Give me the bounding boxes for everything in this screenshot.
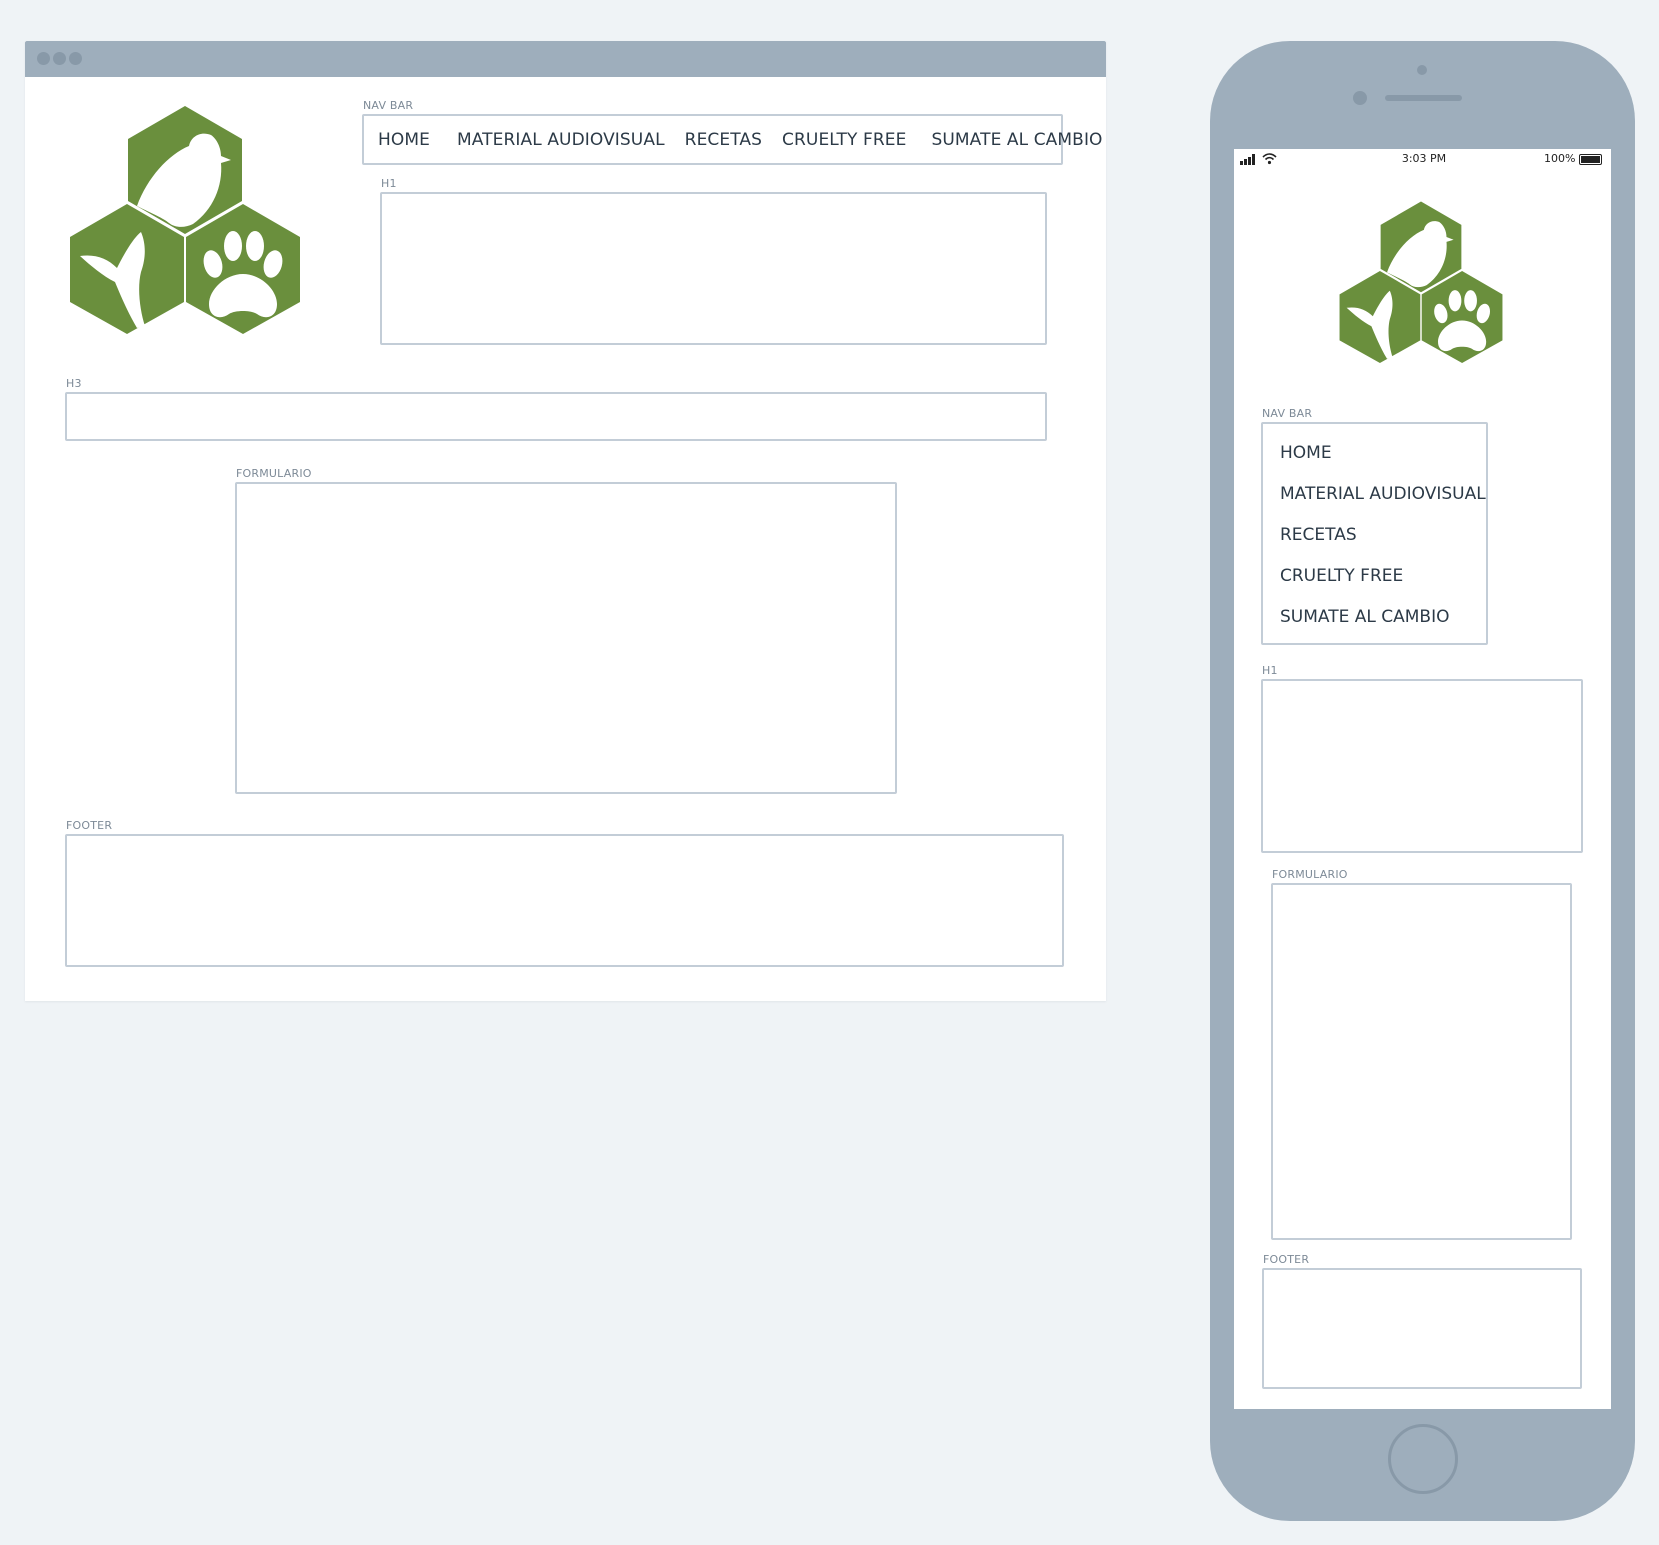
- phone-camera-icon: [1353, 91, 1367, 105]
- window-dot-icon[interactable]: [69, 52, 82, 65]
- logo-hexagon-animals-icon[interactable]: [65, 106, 305, 336]
- window-dot-icon[interactable]: [53, 52, 66, 65]
- desktop-browser-window: NAV BAR HOME MATERIAL AUDIOVISUAL RECETA…: [25, 41, 1106, 1001]
- nav-bar-label: NAV BAR: [363, 99, 414, 112]
- phone-sensor-icon: [1417, 65, 1427, 75]
- mobile-phone-frame: 3:03 PM 100% NAV BAR HOME MATERIAL AUDIO…: [1210, 41, 1635, 1521]
- nav-item-cruelty-free[interactable]: CRUELTY FREE: [782, 130, 906, 150]
- battery-icon: [1579, 154, 1602, 165]
- wifi-icon: [1262, 153, 1277, 165]
- phone-speaker-icon: [1385, 95, 1462, 101]
- logo-hexagon-animals-icon[interactable]: [1336, 198, 1506, 368]
- h3-label: H3: [66, 377, 82, 390]
- h1-label: H1: [381, 177, 397, 190]
- nav-item-material-audiovisual[interactable]: MATERIAL AUDIOVISUAL: [457, 130, 665, 150]
- form-label: FORMULARIO: [1272, 868, 1348, 881]
- form-placeholder-box: [235, 482, 897, 794]
- nav-bar-label: NAV BAR: [1262, 407, 1313, 420]
- nav-bar: HOME MATERIAL AUDIOVISUAL RECETAS CRUELT…: [1261, 422, 1488, 645]
- nav-bar: HOME MATERIAL AUDIOVISUAL RECETAS CRUELT…: [362, 114, 1102, 165]
- nav-item-home[interactable]: HOME: [378, 130, 430, 150]
- home-button[interactable]: [1388, 1424, 1458, 1494]
- phone-screen: 3:03 PM 100% NAV BAR HOME MATERIAL AUDIO…: [1234, 149, 1611, 1409]
- footer-placeholder-box: [65, 834, 1064, 967]
- h3-placeholder-box: [65, 392, 1047, 441]
- nav-item-sumate-al-cambio[interactable]: SUMATE AL CAMBIO: [1280, 597, 1486, 638]
- form-label: FORMULARIO: [236, 467, 312, 480]
- nav-item-material-audiovisual[interactable]: MATERIAL AUDIOVISUAL: [1280, 474, 1486, 515]
- footer-label: FOOTER: [1263, 1253, 1310, 1266]
- nav-item-sumate-al-cambio[interactable]: SUMATE AL CAMBIO: [931, 130, 1102, 150]
- nav-item-recetas[interactable]: RECETAS: [1280, 515, 1486, 556]
- status-battery-percent: 100%: [1544, 152, 1576, 165]
- nav-item-recetas[interactable]: RECETAS: [685, 130, 762, 150]
- status-time: 3:03 PM: [1401, 152, 1447, 165]
- window-dot-icon[interactable]: [37, 52, 50, 65]
- form-placeholder-box: [1271, 883, 1572, 1240]
- browser-title-bar: [25, 41, 1106, 77]
- signal-icon: [1240, 154, 1255, 165]
- footer-placeholder-box: [1262, 1268, 1582, 1389]
- h1-label: H1: [1262, 664, 1278, 677]
- nav-item-home[interactable]: HOME: [1280, 433, 1486, 474]
- h1-placeholder-box: [1261, 679, 1583, 853]
- footer-label: FOOTER: [66, 819, 113, 832]
- h1-placeholder-box: [380, 192, 1047, 345]
- nav-item-cruelty-free[interactable]: CRUELTY FREE: [1280, 556, 1486, 597]
